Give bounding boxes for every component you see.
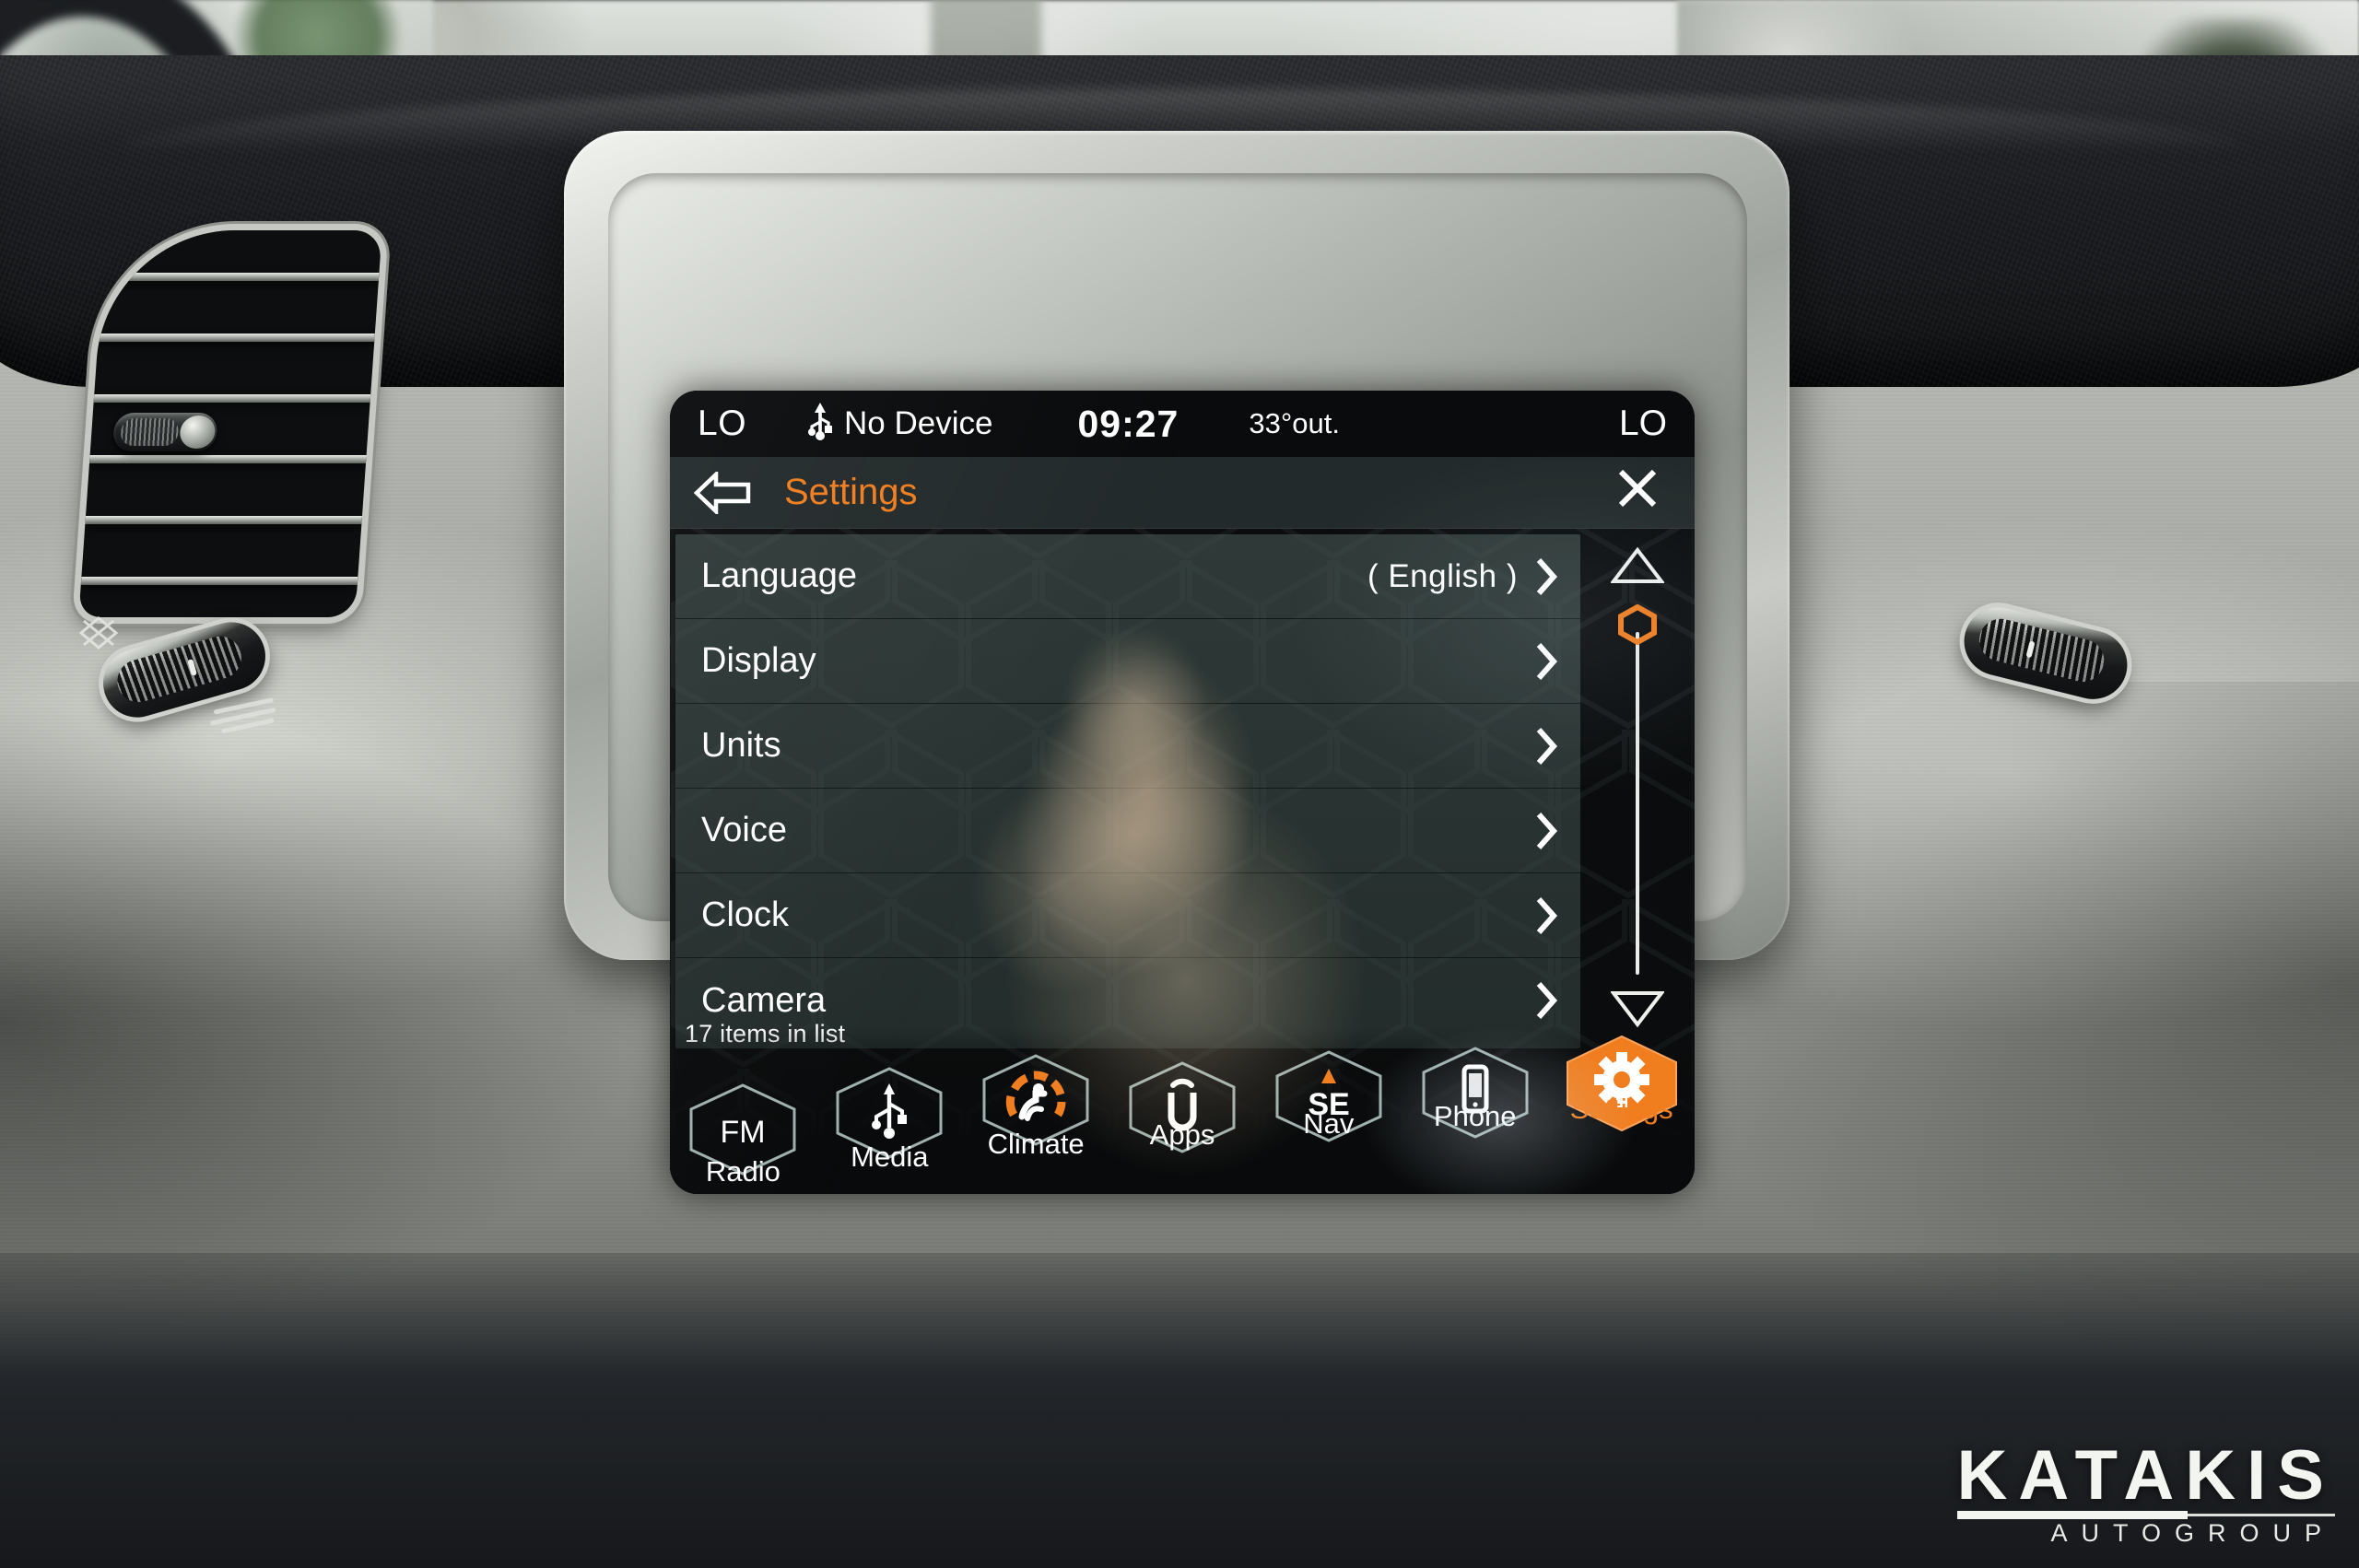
- nav-item-label: Apps: [1149, 1118, 1215, 1151]
- nav-item-settings[interactable]: Settings: [1548, 1035, 1695, 1194]
- list-item-value: ( English ): [1367, 557, 1518, 594]
- list-item[interactable]: Language ( English ): [675, 534, 1580, 619]
- triangle-up-icon[interactable]: [1609, 545, 1666, 591]
- nav-item-climate[interactable]: Climate: [963, 1039, 1109, 1194]
- infotainment-screen[interactable]: LO No Device 09:27 33°out. LO Settings L…: [670, 391, 1695, 1194]
- list-item-label: Camera: [701, 980, 827, 1020]
- page-title: Settings: [784, 472, 918, 512]
- chevron-right-icon: [1532, 895, 1560, 936]
- title-bar: Settings: [670, 457, 1695, 529]
- svg-text:FM: FM: [721, 1115, 766, 1150]
- list-item[interactable]: Units: [675, 704, 1580, 789]
- dashboard-scene: LO No Device 09:27 33°out. LO Settings L…: [0, 0, 2359, 1568]
- air-vent-left[interactable]: [78, 230, 382, 617]
- list-item-label: Units: [701, 726, 781, 765]
- hexagon-thumb-icon[interactable]: [1616, 603, 1659, 649]
- nav-item-label: Climate: [987, 1128, 1085, 1160]
- dashboard-shadow-left: [0, 700, 645, 1345]
- nav-item-label: Phone: [1433, 1100, 1517, 1132]
- nav-item-apps[interactable]: Apps: [1109, 1039, 1256, 1194]
- list-item-label: Display: [701, 641, 816, 680]
- settings-list[interactable]: Language ( English ) Display Units Voice…: [675, 534, 1580, 1048]
- clock-readout[interactable]: 09:27: [1077, 403, 1179, 446]
- nav-item-phone[interactable]: Phone: [1402, 1039, 1548, 1194]
- temp-left-readout[interactable]: LO: [698, 404, 746, 444]
- nav-item-label: Settings: [1569, 1093, 1673, 1125]
- chevron-right-icon: [1532, 641, 1560, 682]
- settings-list-region: Language ( English ) Display Units Voice…: [670, 529, 1695, 1048]
- status-bar: LO No Device 09:27 33°out. LO: [670, 391, 1695, 457]
- chevron-right-icon: [1532, 556, 1560, 597]
- scrollbar[interactable]: [1580, 529, 1695, 1048]
- watermark-subtitle: AUTOGROUP: [2050, 1519, 2335, 1547]
- list-item[interactable]: Display: [675, 619, 1580, 704]
- nav-item-media[interactable]: Media: [816, 1039, 963, 1194]
- temp-right-readout[interactable]: LO: [1619, 404, 1667, 444]
- list-item-label: Language: [701, 556, 858, 595]
- nav-item-nav[interactable]: SE Nav: [1255, 1039, 1402, 1194]
- scrollbar-track[interactable]: [1636, 632, 1639, 975]
- watermark-brand: KATAKIS: [1956, 1436, 2335, 1515]
- list-item[interactable]: Voice: [675, 789, 1580, 873]
- list-item-label: Voice: [701, 811, 787, 849]
- bottom-nav-bar: FM Radio Media Climate Apps SE Nav Phone…: [670, 1028, 1695, 1194]
- triangle-down-icon[interactable]: [1609, 989, 1666, 1034]
- back-arrow-icon[interactable]: [694, 471, 751, 514]
- chevron-right-icon: [1532, 726, 1560, 766]
- nav-item-label: Radio: [705, 1155, 780, 1188]
- vent-direction-icon-left: [77, 615, 120, 655]
- usb-icon: [807, 402, 833, 447]
- close-icon[interactable]: [1615, 466, 1660, 519]
- chevron-right-icon: [1532, 811, 1560, 851]
- watermark: KATAKIS AUTOGROUP: [1956, 1436, 2335, 1548]
- nav-item-radio[interactable]: FM Radio: [670, 1039, 816, 1194]
- outside-temperature: 33°out.: [1249, 407, 1340, 439]
- usb-device-indicator: No Device: [807, 402, 992, 447]
- vent-knob-left[interactable]: [111, 413, 218, 451]
- list-item-label: Clock: [701, 895, 790, 934]
- nav-item-label: Media: [851, 1141, 929, 1173]
- device-name: No Device: [844, 405, 993, 441]
- nav-item-label: Nav: [1303, 1107, 1355, 1140]
- list-item[interactable]: Clock: [675, 873, 1580, 958]
- chevron-right-icon: [1532, 980, 1560, 1021]
